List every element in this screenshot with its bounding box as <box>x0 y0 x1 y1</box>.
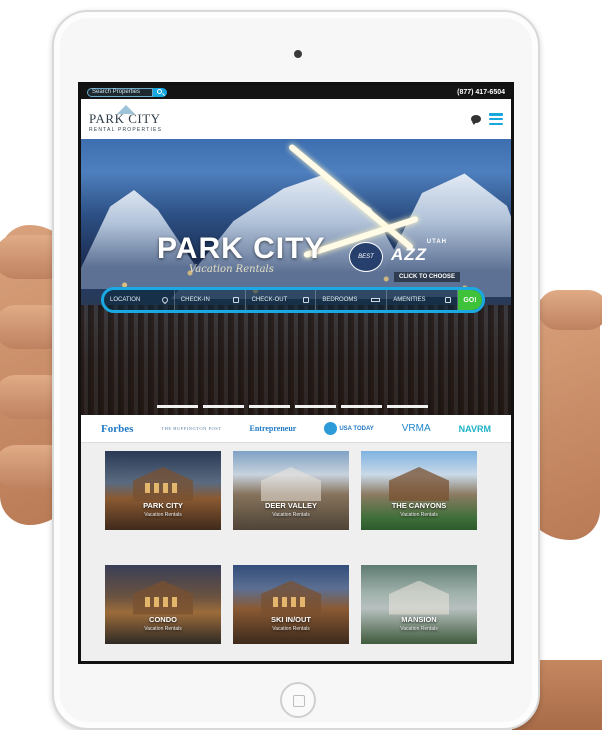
check-out-label: CHECK-OUT <box>251 297 288 303</box>
tile-title: PARK CITY <box>143 501 183 510</box>
tile-title: DEER VALLEY <box>265 501 317 510</box>
tile-title: CONDO <box>149 614 177 624</box>
category-tile-condo[interactable]: CONDO Vacation Rentals <box>105 564 221 644</box>
slide-indicator[interactable] <box>341 405 382 408</box>
home-button[interactable] <box>280 682 316 718</box>
phone-number[interactable]: (877) 417-6504 <box>457 89 505 96</box>
property-image <box>389 467 449 501</box>
check-in-label: CHECK-IN <box>180 297 210 303</box>
utah-jazz-logo[interactable]: UTAH AZZ <box>391 239 447 269</box>
usa-today-label: USA TODAY <box>339 425 374 432</box>
navrm-logo: NAVRM <box>458 423 491 434</box>
category-grid: PARK CITY Vacation Rentals DEER VALLEY V… <box>81 443 511 661</box>
pin-icon <box>160 295 170 305</box>
lit-windows <box>145 483 181 493</box>
tile-subtitle: Vacation Rentals <box>272 625 310 632</box>
vrma-logo: VRMA <box>401 423 431 434</box>
top-bar: Search Properties (877) 417-6504 <box>81 85 511 99</box>
camera-icon <box>294 50 302 58</box>
tile-subtitle: Vacation Rentals <box>144 625 182 632</box>
location-label: LOCATION <box>110 297 141 303</box>
usa-today-dot-icon <box>324 422 338 435</box>
category-tile-mansion[interactable]: MANSION Vacation Rentals <box>361 564 477 644</box>
slide-indicator[interactable] <box>295 405 336 408</box>
category-tile-deer-valley[interactable]: DEER VALLEY Vacation Rentals <box>233 451 349 530</box>
mountain-logo-icon <box>117 105 135 114</box>
right-thumb <box>538 290 602 330</box>
slide-indicator[interactable] <box>249 405 290 408</box>
site-logo[interactable]: PARK CITY RENTAL PROPERTIES <box>89 105 162 133</box>
tablet-photo: Search Properties (877) 417-6504 PARK CI… <box>0 0 602 730</box>
tile-subtitle: Vacation Rentals <box>400 512 438 518</box>
calendar-icon <box>303 297 310 303</box>
search-icon <box>157 88 162 94</box>
website-screen: Search Properties (877) 417-6504 PARK CI… <box>78 82 514 664</box>
tile-title: MANSION <box>401 614 437 624</box>
category-tile-park-city[interactable]: PARK CITY Vacation Rentals <box>105 451 221 530</box>
jazz-label: AZZ <box>391 245 428 264</box>
property-search-bar: LOCATION CHECK-IN CHECK-OUT BEDROOMS AME… <box>101 287 485 313</box>
tree-foreground <box>81 305 511 415</box>
calendar-icon <box>232 297 239 303</box>
search-button[interactable] <box>153 87 167 97</box>
click-to-choose-button[interactable]: CLICK TO CHOOSE <box>394 272 460 282</box>
bedrooms-field[interactable]: BEDROOMS <box>316 290 388 310</box>
best-badge: BEST <box>349 242 383 272</box>
slider-indicators <box>157 405 428 408</box>
search-form: Search Properties <box>87 87 167 97</box>
tile-title: THE CANYONS <box>391 501 447 510</box>
lit-windows <box>273 596 309 607</box>
category-tile-the-canyons[interactable]: THE CANYONS Vacation Rentals <box>361 451 477 530</box>
chat-icon[interactable] <box>471 115 481 125</box>
slide-indicator[interactable] <box>387 405 428 408</box>
location-field[interactable]: LOCATION <box>104 290 175 310</box>
logo-subtitle: RENTAL PROPERTIES <box>89 127 163 133</box>
property-image <box>389 580 449 615</box>
search-input[interactable]: Search Properties <box>87 87 153 97</box>
tile-subtitle: Vacation Rentals <box>144 512 182 518</box>
tile-subtitle: Vacation Rentals <box>272 512 310 518</box>
check-in-field[interactable]: CHECK-IN <box>175 290 246 310</box>
hero-title: PARK CITY <box>157 232 326 265</box>
amenities-field[interactable]: AMENITIES <box>387 290 458 310</box>
slide-indicator[interactable] <box>157 405 198 408</box>
usa-today-logo: USA TODAY <box>324 422 374 435</box>
header-actions <box>471 113 503 125</box>
hamburger-menu-icon[interactable] <box>489 113 503 125</box>
amenities-label: AMENITIES <box>393 297 426 303</box>
go-button[interactable]: GO! <box>457 290 482 310</box>
slide-indicator[interactable] <box>203 405 244 408</box>
entrepreneur-logo: Entrepreneur <box>249 424 297 433</box>
property-image <box>261 467 321 501</box>
tile-subtitle: Vacation Rentals <box>400 625 438 632</box>
hero-script: Vacation Rentals <box>189 264 274 275</box>
category-tile-ski-in-out[interactable]: SKI IN/OUT Vacation Rentals <box>233 564 349 644</box>
lit-windows <box>145 596 181 607</box>
site-header: PARK CITY RENTAL PROPERTIES <box>81 99 511 139</box>
forbes-logo: Forbes <box>100 422 134 435</box>
tile-title: SKI IN/OUT <box>270 614 311 624</box>
check-out-field[interactable]: CHECK-OUT <box>246 290 317 310</box>
bedrooms-label: BEDROOMS <box>322 297 358 303</box>
checkbox-icon <box>444 297 451 303</box>
hero-banner: PARK CITY Vacation Rentals BEST UTAH AZZ… <box>81 139 511 415</box>
bed-icon <box>371 298 381 302</box>
press-logos: Forbes THE HUFFINGTON POST Entrepreneur … <box>81 415 511 443</box>
huffington-post-logo: THE HUFFINGTON POST <box>161 426 222 431</box>
